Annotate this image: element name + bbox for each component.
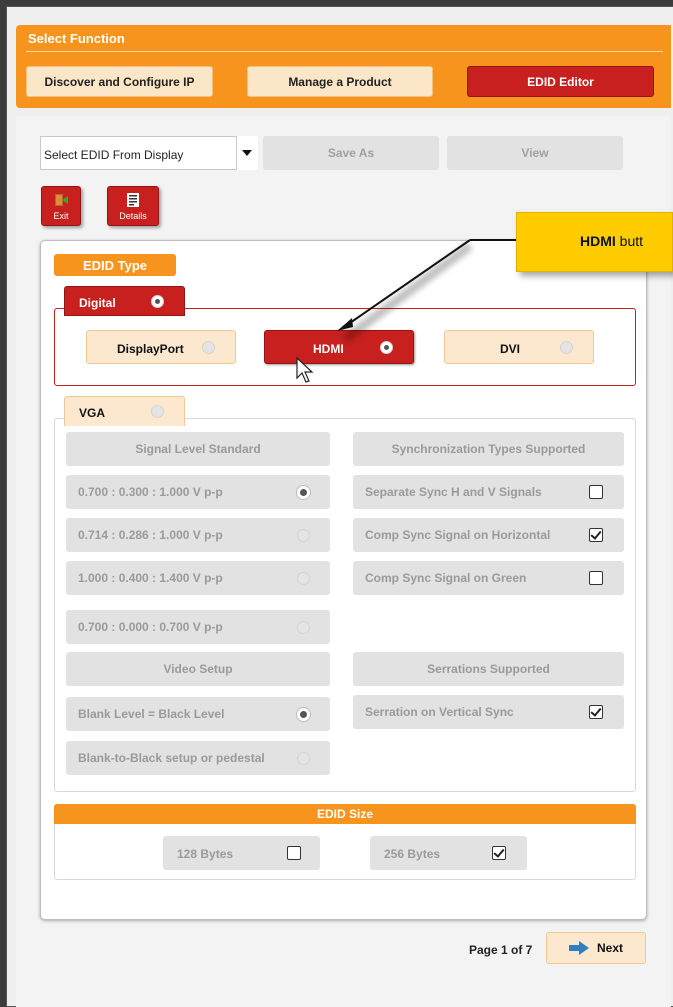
chevron-down-icon[interactable] — [236, 136, 258, 170]
callout-text: butt — [615, 233, 644, 249]
hdmi-radio[interactable] — [380, 341, 393, 354]
sync-type-label: Comp Sync Signal on Horizontal — [365, 528, 551, 542]
video-setup-radio[interactable] — [297, 752, 310, 765]
video-setup-header: Video Setup — [66, 652, 330, 686]
signal-level-option[interactable]: 1.000 : 0.400 : 1.400 V p-p — [66, 561, 330, 595]
dvi-label: DVI — [500, 342, 521, 356]
sync-type-checkbox[interactable] — [589, 571, 603, 585]
signal-level-label: 1.000 : 0.400 : 1.400 V p-p — [78, 571, 223, 585]
serration-checkbox[interactable] — [589, 705, 603, 719]
sync-type-option[interactable]: Separate Sync H and V Signals — [353, 475, 624, 509]
sync-type-option[interactable]: Comp Sync Signal on Horizontal — [353, 518, 624, 552]
dvi-option[interactable]: DVI — [444, 330, 594, 364]
serration-option[interactable]: Serration on Vertical Sync — [353, 695, 624, 729]
sync-type-checkbox[interactable] — [589, 485, 603, 499]
sync-types-header: Synchronization Types Supported — [353, 432, 624, 466]
divider — [26, 51, 663, 52]
exit-label: Exit — [53, 211, 69, 221]
sync-type-label: Separate Sync H and V Signals — [365, 485, 542, 499]
dvi-radio[interactable] — [560, 341, 573, 354]
function-bar-title: Select Function — [28, 31, 125, 46]
signal-level-option[interactable]: 0.714 : 0.286 : 1.000 V p-p — [66, 518, 330, 552]
hdmi-label: HDMI — [313, 342, 344, 356]
displayport-option[interactable]: DisplayPort — [86, 330, 236, 364]
displayport-radio[interactable] — [202, 341, 215, 354]
callout-bold: HDMI — [580, 233, 616, 249]
vga-radio[interactable] — [151, 405, 164, 418]
serrations-header: Serrations Supported — [353, 652, 624, 686]
save-as-button[interactable]: Save As — [263, 136, 439, 170]
mouse-cursor-icon — [296, 356, 314, 383]
digital-radio-tab[interactable]: Digital — [64, 286, 185, 316]
signal-level-label: 0.714 : 0.286 : 1.000 V p-p — [78, 528, 223, 542]
sync-type-label: Comp Sync Signal on Green — [365, 571, 527, 585]
signal-level-radio[interactable] — [297, 529, 310, 542]
edid-size-group — [54, 824, 636, 880]
sync-type-checkbox[interactable] — [589, 528, 603, 542]
size-256-checkbox[interactable] — [492, 846, 506, 860]
exit-button[interactable]: Exit — [41, 186, 81, 226]
video-setup-label: Blank Level = Black Level — [78, 707, 225, 721]
view-button[interactable]: View — [447, 136, 623, 170]
size-256-label: 256 Bytes — [384, 847, 441, 861]
video-setup-option[interactable]: Blank-to-Black setup or pedestal — [66, 741, 330, 775]
video-setup-option[interactable]: Blank Level = Black Level — [66, 697, 330, 731]
edid-type-label: EDID Type — [54, 254, 176, 276]
displayport-label: DisplayPort — [117, 342, 184, 356]
sync-type-option[interactable]: Comp Sync Signal on Green — [353, 561, 624, 595]
signal-level-radio[interactable] — [297, 486, 310, 499]
signal-level-radio[interactable] — [297, 572, 310, 585]
digital-label: Digital — [79, 296, 116, 310]
edid-source-select[interactable]: Select EDID From Display — [40, 136, 258, 170]
signal-level-label: 0.700 : 0.000 : 0.700 V p-p — [78, 620, 223, 634]
signal-level-header: Signal Level Standard — [66, 432, 330, 466]
vga-label: VGA — [79, 406, 106, 420]
arrow-right-icon — [568, 941, 589, 955]
details-button[interactable]: Details — [107, 186, 159, 226]
video-setup-radio[interactable] — [297, 708, 310, 721]
hdmi-option[interactable]: HDMI — [264, 330, 414, 364]
edid-size-header: EDID Size — [54, 804, 636, 824]
details-icon — [127, 193, 139, 207]
callout-box: HDMI butt — [516, 212, 673, 272]
tab-discover-configure-ip[interactable]: Discover and Configure IP — [26, 66, 213, 97]
details-label: Details — [119, 211, 147, 221]
size-128-label: 128 Bytes — [177, 847, 234, 861]
tab-edid-editor[interactable]: EDID Editor — [467, 66, 654, 97]
signal-level-option[interactable]: 0.700 : 0.300 : 1.000 V p-p — [66, 475, 330, 509]
next-button[interactable]: Next — [546, 932, 646, 964]
size-256-option[interactable]: 256 Bytes — [370, 836, 527, 870]
signal-level-radio[interactable] — [297, 621, 310, 634]
page-indicator: Page 1 of 7 — [469, 943, 533, 957]
tab-manage-product[interactable]: Manage a Product — [247, 66, 433, 97]
exit-icon — [55, 194, 68, 206]
signal-level-label: 0.700 : 0.300 : 1.000 V p-p — [78, 485, 223, 499]
serration-label: Serration on Vertical Sync — [365, 705, 514, 719]
vga-radio-tab[interactable]: VGA — [64, 396, 185, 426]
digital-radio[interactable] — [151, 295, 164, 308]
signal-level-option[interactable]: 0.700 : 0.000 : 0.700 V p-p — [66, 610, 330, 644]
size-128-option[interactable]: 128 Bytes — [163, 836, 320, 870]
next-label: Next — [596, 941, 623, 955]
video-setup-label: Blank-to-Black setup or pedestal — [78, 751, 265, 765]
size-128-checkbox[interactable] — [287, 846, 301, 860]
